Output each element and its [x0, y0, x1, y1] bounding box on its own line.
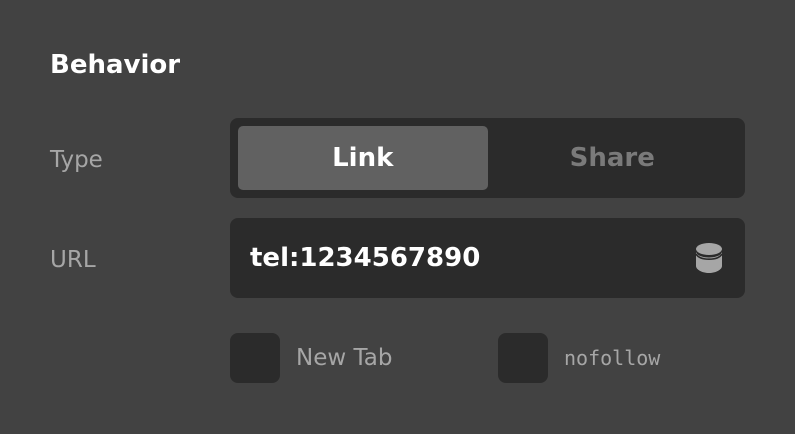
new-tab-option: New Tab	[230, 333, 392, 383]
url-input[interactable]: tel:1234567890	[230, 218, 745, 298]
url-value[interactable]: tel:1234567890	[250, 243, 480, 273]
nofollow-option: nofollow	[498, 333, 660, 383]
new-tab-label[interactable]: New Tab	[296, 345, 392, 371]
nofollow-label[interactable]: nofollow	[564, 346, 660, 370]
section-title: Behavior	[50, 50, 181, 80]
nofollow-checkbox[interactable]	[498, 333, 548, 383]
url-label: URL	[50, 247, 96, 273]
type-option-share[interactable]: Share	[488, 126, 738, 190]
type-label: Type	[50, 147, 103, 173]
database-icon[interactable]	[695, 242, 723, 274]
type-option-link[interactable]: Link	[238, 126, 488, 190]
new-tab-checkbox[interactable]	[230, 333, 280, 383]
type-segmented-control: Link Share	[230, 118, 745, 198]
